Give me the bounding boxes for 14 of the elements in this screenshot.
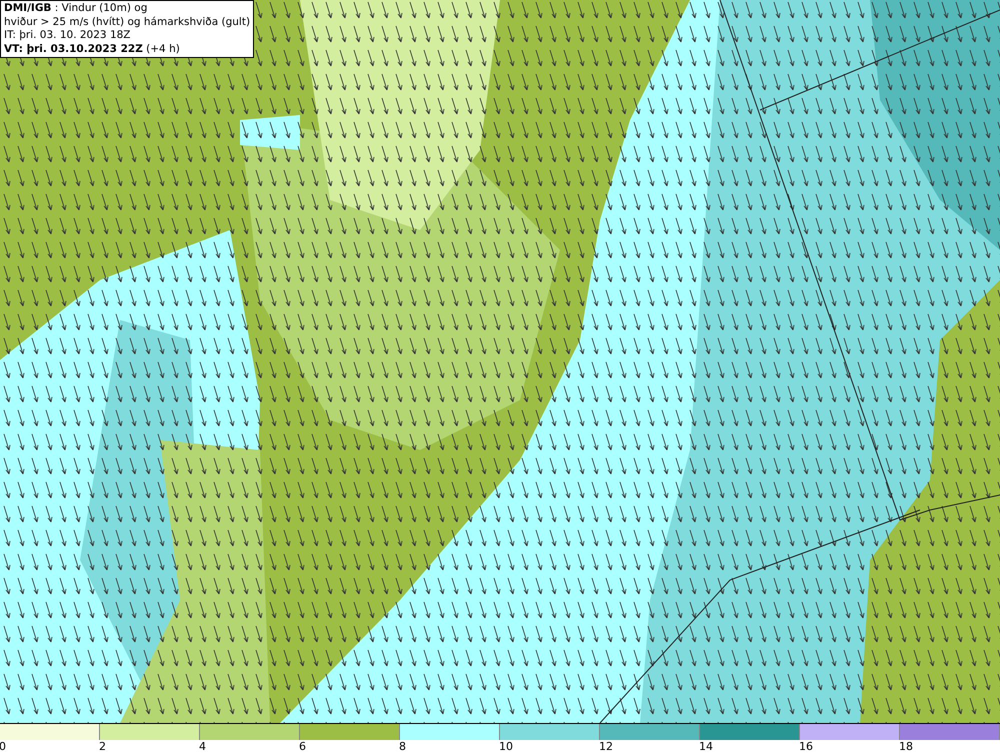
info-text: DMI/IGB : Vindur (10m) og — [4, 2, 148, 16]
legend-label: 12 — [599, 740, 613, 753]
info-text: IT: þri. 03. 10. 2023 18Z — [4, 29, 132, 42]
legend-label: 10 — [499, 740, 513, 753]
legend-label: 2 — [99, 740, 106, 753]
info-text: hviður > 25 m/s (hvítt) og hámarkshviða (gult) — [4, 16, 250, 29]
legend-label: 6 — [299, 740, 306, 753]
legend-label: 4 — [199, 740, 206, 753]
legend-label: 16 — [799, 740, 813, 753]
info-text: VT: þri. 03.10.2023 22Z (+4 h) — [4, 42, 181, 56]
legend-label: 18 — [899, 740, 913, 753]
legend-label: 8 — [399, 740, 406, 753]
legend-label: 14 — [699, 740, 713, 753]
legend-label: 0 — [0, 740, 6, 753]
